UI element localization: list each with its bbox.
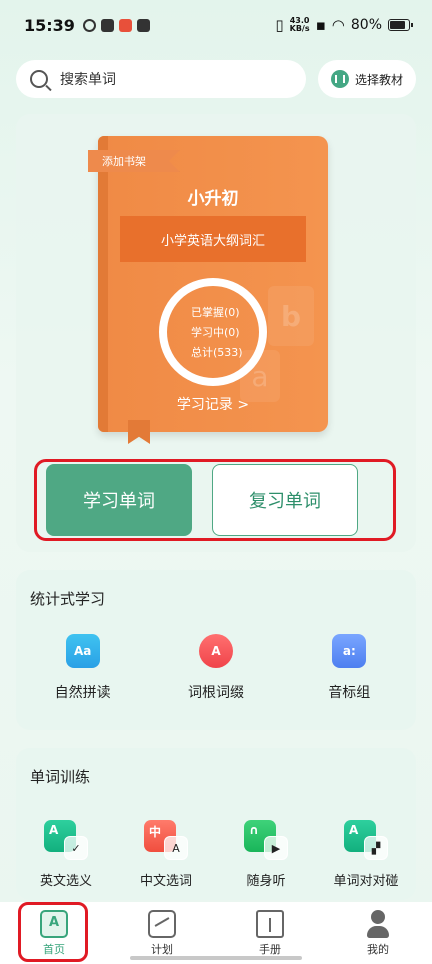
textbook-icon xyxy=(330,70,349,88)
net-speed: 43.0 KB/s xyxy=(290,17,310,33)
wifi-icon: ◠ xyxy=(331,16,345,34)
net-speed-unit: KB/s xyxy=(289,24,310,33)
home-book-icon xyxy=(40,910,68,938)
word-training-card: 单词训练 A ✓ 英文选义 中 A 中文选词 ∩ ▶ 随身听 A ▞ 单词对对碰 xyxy=(16,748,416,900)
total-count: 总计(533) xyxy=(191,346,243,359)
train-label: 随身听 xyxy=(246,874,286,889)
train-label: 中文选词 xyxy=(139,874,192,889)
phonetic-icon: a: xyxy=(332,634,367,668)
statistical-learning-card: 统计式学习 Aa 自然拼读 A 词根词缀 a: 音标组 xyxy=(16,570,416,730)
select-textbook-button[interactable]: 选择教材 xyxy=(318,60,416,98)
home-indicator[interactable] xyxy=(130,956,302,960)
book-subtitle: 小学英语大纲词汇 xyxy=(120,216,306,262)
sim-icon: ▪ xyxy=(315,16,326,34)
train-chinese-choice[interactable]: 中 A 中文选词 xyxy=(118,820,214,889)
search-input[interactable]: 搜索单词 xyxy=(16,60,306,98)
statistical-title: 统计式学习 xyxy=(30,590,106,608)
book-ribbon xyxy=(128,420,150,444)
select-textbook-label: 选择教材 xyxy=(354,72,403,87)
english-choice-icon: A ✓ xyxy=(44,820,88,860)
feature-roots-affixes[interactable]: A 词根词缀 xyxy=(171,634,261,702)
train-listen[interactable]: ∩ ▶ 随身听 xyxy=(218,820,314,889)
training-title: 单词训练 xyxy=(30,768,91,786)
action-row: 学习单词 复习单词 xyxy=(46,464,380,536)
battery-percent: 80% xyxy=(350,17,382,33)
mastered-count: 已掌握(0) xyxy=(191,306,240,319)
app-ring-icon xyxy=(82,18,96,32)
feature-label: 音标组 xyxy=(328,685,371,701)
feature-label: 自然拼读 xyxy=(54,685,111,701)
nav-label: 首页 xyxy=(43,943,65,956)
nav-manual[interactable]: 手册 xyxy=(230,910,310,957)
review-words-button[interactable]: 复习单词 xyxy=(212,464,358,536)
chinese-choice-icon: 中 A xyxy=(144,820,188,860)
add-bookshelf-tag[interactable]: 添加书架 xyxy=(88,150,180,172)
nav-me[interactable]: 我的 xyxy=(338,910,418,957)
feature-label: 词根词缀 xyxy=(187,685,244,701)
watermark-b-icon: b xyxy=(268,286,314,346)
train-word-match[interactable]: A ▞ 单词对对碰 xyxy=(318,820,414,889)
book-cover[interactable]: b a 添加书架 小升初 小学英语大纲词汇 已掌握(0) 学习中(0) 总计(5… xyxy=(88,136,328,444)
feature-phonics[interactable]: Aa 自然拼读 xyxy=(38,634,128,702)
search-icon xyxy=(30,70,48,88)
train-label: 单词对对碰 xyxy=(333,874,399,889)
nav-label: 我的 xyxy=(367,943,389,956)
bottom-nav: 首页 计划 手册 我的 xyxy=(0,902,432,964)
check-icon: ✓ xyxy=(64,836,88,860)
chart-icon xyxy=(148,910,176,938)
train-english-choice[interactable]: A ✓ 英文选义 xyxy=(18,820,114,889)
vibrate-icon: ▯ xyxy=(275,16,284,34)
battery-icon xyxy=(388,19,413,31)
book-title: 小升初 xyxy=(187,189,239,209)
play-icon: ▶ xyxy=(264,836,288,860)
status-right: ▯ 43.0 KB/s ▪ ◠ 80% xyxy=(275,16,413,34)
puzzle-icon: ▞ xyxy=(364,836,388,860)
nav-home[interactable]: 首页 xyxy=(14,910,94,957)
phonics-icon: Aa xyxy=(65,634,100,668)
status-bar: 15:39 ▯ 43.0 KB/s ▪ ◠ 80% xyxy=(0,0,432,50)
study-record-link[interactable]: 学习记录 > xyxy=(98,394,328,414)
search-row: 搜索单词 选择教材 xyxy=(16,60,416,98)
nav-label: 计划 xyxy=(151,943,173,956)
word-match-icon: A ▞ xyxy=(344,820,388,860)
book-spine xyxy=(98,136,108,432)
app-mail-icon xyxy=(136,18,150,32)
app-orange-icon xyxy=(118,18,132,32)
manual-icon xyxy=(256,910,284,938)
learning-count: 学习中(0) xyxy=(191,326,240,339)
training-row: A ✓ 英文选义 中 A 中文选词 ∩ ▶ 随身听 A ▞ 单词对对碰 xyxy=(16,820,416,889)
status-time: 15:39 xyxy=(24,15,75,35)
headphone-icon: ∩ ▶ xyxy=(244,820,288,860)
nav-label: 手册 xyxy=(259,943,281,956)
nav-plan[interactable]: 计划 xyxy=(122,910,202,957)
letter-a-icon: A xyxy=(164,836,188,860)
app-play-icon xyxy=(100,18,114,32)
progress-ring: 已掌握(0) 学习中(0) 总计(533) xyxy=(159,278,267,386)
roots-affixes-icon: A xyxy=(198,634,233,668)
profile-icon xyxy=(364,910,392,938)
train-label: 英文选义 xyxy=(39,874,92,889)
search-placeholder: 搜索单词 xyxy=(60,72,116,88)
status-app-icons xyxy=(82,18,150,32)
statistical-feature-row: Aa 自然拼读 A 词根词缀 a: 音标组 xyxy=(16,634,416,702)
feature-phonetic-symbols[interactable]: a: 音标组 xyxy=(304,634,394,702)
book-panel: b a 添加书架 小升初 小学英语大纲词汇 已掌握(0) 学习中(0) 总计(5… xyxy=(16,114,416,552)
learn-words-button[interactable]: 学习单词 xyxy=(46,464,192,536)
